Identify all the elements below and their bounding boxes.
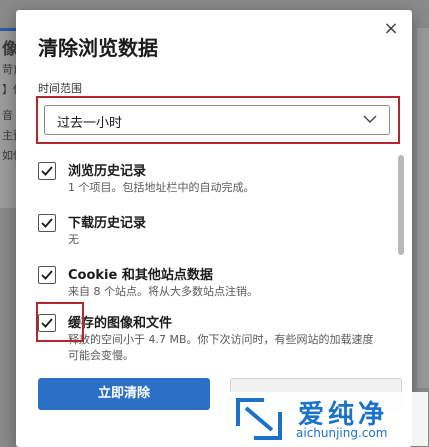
checkmark-icon [41,166,53,176]
checkmark-icon [41,218,53,228]
checkbox-download-history[interactable] [38,214,56,232]
data-type-list: 浏览历史记录 1 个项目。包括地址栏中的自动完成。 下载历史记录 无 Cooki… [16,152,386,376]
background-text: 音 [2,109,13,122]
background-text: 苛) [2,63,18,76]
close-icon: × [383,18,399,39]
item-label: Cookie 和其他站点数据 [68,268,213,283]
item-description: 1 个项目。包括地址栏中的自动完成。 [68,181,255,194]
watermark-url: aichunjing.com [296,426,388,440]
item-label: 浏览历史记录 [68,164,147,179]
time-range-value: 过去一小时 [57,116,123,131]
watermark: 爱纯净 aichunjing.com [228,392,428,446]
checkbox-highlight [36,302,84,342]
time-range-highlight: 过去一小时 [36,96,400,144]
checkbox-cookies[interactable] [38,266,56,284]
clear-browsing-data-dialog: × 清除浏览数据 时间范围 过去一小时 浏览历史记录 1 个项目。包括地址栏中的… [16,10,412,447]
watermark-logo-icon [236,398,282,440]
chevron-down-icon [363,115,377,123]
item-description: 无 [68,233,79,246]
item-description: 来自 8 个站点。将从大多数站点注销。 [68,285,258,298]
checkmark-icon [41,270,53,280]
scrollbar-thumb[interactable] [398,155,404,255]
dialog-title: 清除浏览数据 [38,36,158,60]
background-strip [417,28,429,388]
item-description: 释放的空间小于 4.7 MB。你下次访问时，有些网站的加载速度可能会变慢。 [68,333,374,362]
checkbox-browsing-history[interactable] [38,162,56,180]
clear-now-button[interactable]: 立即清除 [38,378,210,410]
time-range-label: 时间范围 [38,82,82,95]
item-label: 下载历史记录 [68,216,147,231]
close-button[interactable]: × [380,18,402,40]
time-range-select[interactable]: 过去一小时 [44,105,390,135]
